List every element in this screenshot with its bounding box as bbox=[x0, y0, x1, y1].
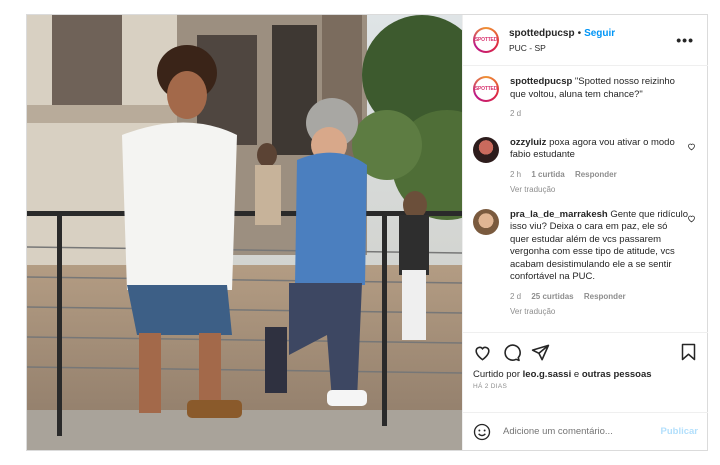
author-username[interactable]: spottedpucsp bbox=[509, 28, 575, 39]
liked-by-prefix: Curtido por bbox=[473, 369, 520, 380]
comment-input[interactable] bbox=[501, 425, 661, 438]
caption-meta: 2 d bbox=[510, 108, 688, 121]
emoji-icon[interactable] bbox=[473, 423, 491, 441]
caption: SPOTTED spottedpucsp "Spotted nosso reiz… bbox=[473, 76, 698, 121]
comment-time[interactable]: 2 h bbox=[510, 170, 521, 179]
more-options-icon[interactable]: ••• bbox=[676, 32, 694, 48]
add-comment-bar: Publicar bbox=[463, 412, 708, 450]
follow-button[interactable]: Seguir bbox=[584, 28, 615, 39]
liked-by-connector: e bbox=[573, 369, 580, 380]
comment-like-heart-icon[interactable] bbox=[687, 214, 696, 223]
liked-by-user[interactable]: leo.g.sassi bbox=[523, 369, 572, 380]
post-photo[interactable] bbox=[27, 15, 462, 450]
translate-link[interactable]: Ver tradução bbox=[510, 306, 688, 319]
post-location[interactable]: PUC - SP bbox=[509, 41, 615, 55]
commenter-avatar[interactable] bbox=[473, 136, 499, 163]
comment-item: pra_la_de_marrakesh Gente que ridículo i… bbox=[473, 208, 698, 319]
reply-button[interactable]: Responder bbox=[575, 170, 617, 179]
comment-body: ozzyluiz poxa agora vou ativar o modo fa… bbox=[510, 137, 688, 197]
action-icons bbox=[473, 341, 698, 363]
post-actions: Curtido por leo.g.sassi e outras pessoas… bbox=[463, 332, 708, 412]
author-avatar[interactable]: SPOTTED bbox=[473, 27, 499, 53]
liked-by-others[interactable]: outras pessoas bbox=[582, 369, 652, 380]
share-icon[interactable] bbox=[531, 343, 550, 362]
post-side-panel: SPOTTED spottedpucsp • Seguir PUC - SP •••… bbox=[462, 15, 708, 450]
reply-button[interactable]: Responder bbox=[584, 292, 626, 301]
post-photo-image bbox=[27, 15, 462, 450]
avatar-logo-text: SPOTTED bbox=[475, 29, 497, 51]
caption-author-avatar[interactable]: SPOTTED bbox=[473, 76, 499, 102]
comment-likes[interactable]: 1 curtida bbox=[531, 170, 564, 179]
avatar-logo-text: SPOTTED bbox=[475, 78, 497, 100]
publish-button[interactable]: Publicar bbox=[661, 426, 699, 437]
caption-body: spottedpucsp "Spotted nosso reizinho que… bbox=[510, 76, 688, 121]
header-text: spottedpucsp • Seguir PUC - SP bbox=[509, 25, 615, 55]
separator-dot: • bbox=[577, 28, 582, 39]
post-timestamp[interactable]: HÁ 2 DIAS bbox=[473, 383, 698, 390]
liked-by-line: Curtido por leo.g.sassi e outras pessoas bbox=[473, 369, 698, 380]
comment-item: ozzyluiz poxa agora vou ativar o modo fa… bbox=[473, 136, 698, 197]
comment-meta: 2 d 25 curtidas Responder bbox=[510, 291, 688, 304]
bookmark-icon[interactable] bbox=[681, 343, 696, 361]
comment-icon[interactable] bbox=[502, 343, 521, 362]
comment-meta: 2 h 1 curtida Responder bbox=[510, 169, 688, 182]
instagram-post: SPOTTED spottedpucsp • Seguir PUC - SP •••… bbox=[26, 14, 708, 451]
comment-time[interactable]: 2 d bbox=[510, 292, 521, 301]
comment-username[interactable]: ozzyluiz bbox=[510, 137, 546, 148]
comment-likes[interactable]: 25 curtidas bbox=[531, 292, 573, 301]
comment-like-heart-icon[interactable] bbox=[687, 142, 696, 151]
caption-username[interactable]: spottedpucsp bbox=[510, 76, 572, 87]
post-header: SPOTTED spottedpucsp • Seguir PUC - SP ••• bbox=[463, 15, 708, 66]
heart-icon[interactable] bbox=[473, 343, 492, 362]
comment-username[interactable]: pra_la_de_marrakesh bbox=[510, 209, 608, 220]
commenter-avatar[interactable] bbox=[473, 208, 499, 235]
comments-section[interactable]: SPOTTED spottedpucsp "Spotted nosso reiz… bbox=[463, 66, 708, 332]
caption-time[interactable]: 2 d bbox=[510, 109, 521, 118]
translate-link[interactable]: Ver tradução bbox=[510, 184, 688, 197]
comment-body: pra_la_de_marrakesh Gente que ridículo i… bbox=[510, 209, 688, 319]
